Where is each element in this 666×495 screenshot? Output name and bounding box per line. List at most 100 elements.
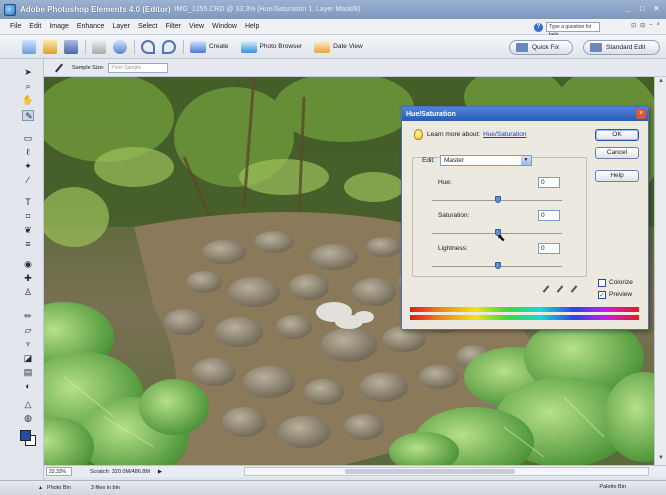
eyedropper-group bbox=[542, 285, 578, 293]
edit-channel-select[interactable]: Master ▼ bbox=[440, 155, 532, 166]
zoom-tool-icon[interactable]: ⌕ bbox=[22, 81, 34, 92]
help-search-input[interactable]: Type a question for help bbox=[546, 22, 600, 38]
shape-tool-icon[interactable]: ◐ bbox=[22, 381, 34, 392]
horizontal-scroll-thumb[interactable] bbox=[345, 469, 515, 474]
foreground-color-swatch[interactable] bbox=[20, 430, 31, 441]
saturation-value-field[interactable]: 0 bbox=[538, 210, 560, 221]
open-folder-icon[interactable] bbox=[43, 39, 57, 54]
eyedropper-tool-icon[interactable] bbox=[54, 63, 64, 73]
colorize-checkbox[interactable] bbox=[598, 279, 606, 287]
scratch-size: Scratch: 320.0M/486.8M bbox=[90, 468, 150, 475]
quick-fix-icon bbox=[516, 43, 528, 52]
eyedropper-icon[interactable]: ✎ bbox=[22, 110, 34, 121]
standard-edit-button[interactable]: Standard Edit bbox=[583, 40, 660, 55]
learn-more-link[interactable]: Hue/Saturation bbox=[483, 131, 526, 138]
move-tool-icon[interactable]: ➤ bbox=[22, 67, 34, 78]
tile-icon[interactable]: ⊡ bbox=[631, 22, 636, 29]
hue-slider-thumb[interactable] bbox=[495, 196, 501, 203]
menu-help[interactable]: Help bbox=[241, 23, 263, 30]
photo-bin-label[interactable]: Photo Bin bbox=[47, 485, 71, 491]
minimize-button[interactable]: _ bbox=[623, 4, 634, 14]
lightness-value-field[interactable]: 0 bbox=[538, 243, 560, 254]
palette-bin-toggle[interactable]: Palette Bin bbox=[599, 484, 626, 490]
app-title: Adobe Photoshop Elements 4.0 (Editor) bbox=[20, 5, 171, 14]
menu-filter[interactable]: Filter bbox=[161, 23, 185, 30]
horizontal-scrollbar[interactable] bbox=[244, 467, 649, 476]
toolbar-divider bbox=[183, 39, 184, 54]
doc-minimize-icon[interactable]: – bbox=[649, 22, 652, 29]
eyedropper-minus-icon[interactable] bbox=[570, 285, 578, 293]
eyedropper-icon[interactable] bbox=[542, 285, 550, 293]
menu-layer[interactable]: Layer bbox=[108, 23, 134, 30]
menu-window[interactable]: Window bbox=[208, 23, 241, 30]
toolbox: ➤ ⌕ ✋ ✎ ▭ ℓ ✦ ∕ T ⌗ ❦ ≡ ◉ ✚ ♙ ✏ ▱ ♆ ◪ ▤ … bbox=[0, 59, 44, 480]
learn-more-label: Learn more about: bbox=[427, 131, 481, 138]
undo-icon[interactable] bbox=[141, 39, 155, 54]
preview-checkbox[interactable]: ✓ bbox=[598, 291, 606, 299]
eraser-tool-icon[interactable]: ▱ bbox=[22, 325, 34, 336]
red-eye-tool-icon[interactable]: ◉ bbox=[22, 259, 34, 270]
close-button[interactable]: × bbox=[651, 4, 662, 14]
date-view-button[interactable]: Date View bbox=[314, 40, 363, 53]
menu-image[interactable]: Image bbox=[45, 23, 72, 30]
dialog-close-icon[interactable]: × bbox=[636, 109, 646, 119]
learn-more-row: Learn more about: Hue/Saturation bbox=[414, 129, 527, 140]
hue-value-field[interactable]: 0 bbox=[538, 177, 560, 188]
lasso-tool-icon[interactable]: ℓ bbox=[22, 147, 34, 158]
dialog-title: Hue/Saturation bbox=[406, 110, 456, 118]
output-color-bar bbox=[410, 315, 639, 320]
menu-file[interactable]: File bbox=[6, 23, 25, 30]
online-services-icon[interactable] bbox=[113, 39, 127, 54]
sample-size-label: Sample Size: bbox=[72, 64, 105, 71]
crop-tool-icon[interactable]: ⌗ bbox=[22, 211, 34, 222]
magic-wand-icon[interactable]: ✦ bbox=[22, 161, 34, 172]
clone-stamp-icon[interactable]: ♙ bbox=[22, 287, 34, 298]
gradient-tool-icon[interactable]: ▤ bbox=[22, 367, 34, 378]
brush-tool-icon[interactable]: ♆ bbox=[22, 339, 34, 350]
vertical-scrollbar[interactable]: ▲ ▼ bbox=[654, 77, 666, 465]
menu-enhance[interactable]: Enhance bbox=[73, 23, 109, 30]
sponge-tool-icon[interactable]: ◍ bbox=[22, 413, 34, 424]
create-button[interactable]: Create bbox=[190, 40, 229, 53]
menu-select[interactable]: Select bbox=[134, 23, 161, 30]
ok-button[interactable]: OK bbox=[595, 129, 639, 141]
lightness-slider-thumb[interactable] bbox=[495, 262, 501, 269]
quick-fix-button[interactable]: Quick Fix bbox=[509, 40, 573, 55]
scroll-down-icon[interactable]: ▼ bbox=[657, 455, 665, 463]
help-button[interactable]: Help bbox=[595, 170, 639, 182]
menu-view[interactable]: View bbox=[185, 23, 208, 30]
cancel-button[interactable]: Cancel bbox=[595, 147, 639, 159]
healing-brush-icon[interactable]: ✚ bbox=[22, 273, 34, 284]
create-label: Create bbox=[209, 43, 229, 50]
new-file-icon[interactable] bbox=[22, 39, 36, 54]
type-tool-icon[interactable]: T bbox=[22, 197, 34, 208]
eyedropper-plus-icon[interactable] bbox=[556, 285, 564, 293]
marquee-tool-icon[interactable]: ▭ bbox=[22, 133, 34, 144]
zoom-level-field[interactable]: 33.33% bbox=[46, 467, 72, 476]
title-bar: Adobe Photoshop Elements 4.0 (Editor) IM… bbox=[0, 0, 666, 19]
sample-size-select[interactable]: Point Sample bbox=[108, 62, 169, 73]
print-icon[interactable] bbox=[92, 39, 106, 54]
straighten-tool-icon[interactable]: ≡ bbox=[22, 239, 34, 250]
photo-browser-button[interactable]: Photo Browser bbox=[240, 40, 302, 53]
cascade-icon[interactable]: ⊟ bbox=[640, 22, 645, 29]
menu-edit[interactable]: Edit bbox=[25, 23, 45, 30]
pencil-tool-icon[interactable]: ✏ bbox=[22, 311, 34, 322]
save-icon[interactable] bbox=[64, 39, 78, 54]
hand-tool-icon[interactable]: ✋ bbox=[22, 95, 34, 106]
scroll-up-icon[interactable]: ▲ bbox=[657, 78, 665, 86]
maximize-button[interactable]: □ bbox=[637, 4, 648, 14]
selection-brush-icon[interactable]: ∕ bbox=[22, 175, 34, 186]
photo-bin-toggle-icon[interactable]: ▲ bbox=[38, 485, 43, 491]
create-icon bbox=[190, 40, 206, 53]
status-menu-arrow[interactable]: ▶ bbox=[158, 469, 162, 475]
lightbulb-icon bbox=[414, 129, 423, 140]
blur-tool-icon[interactable]: △ bbox=[22, 399, 34, 410]
app-icon bbox=[4, 3, 16, 16]
photoshop-elements-window: Adobe Photoshop Elements 4.0 (Editor) IM… bbox=[0, 0, 666, 495]
redo-icon[interactable] bbox=[162, 39, 176, 54]
paint-bucket-icon[interactable]: ◪ bbox=[22, 353, 34, 364]
date-view-icon bbox=[314, 40, 331, 53]
cookie-cutter-icon[interactable]: ❦ bbox=[22, 225, 34, 236]
doc-close-icon[interactable]: × bbox=[656, 22, 660, 29]
